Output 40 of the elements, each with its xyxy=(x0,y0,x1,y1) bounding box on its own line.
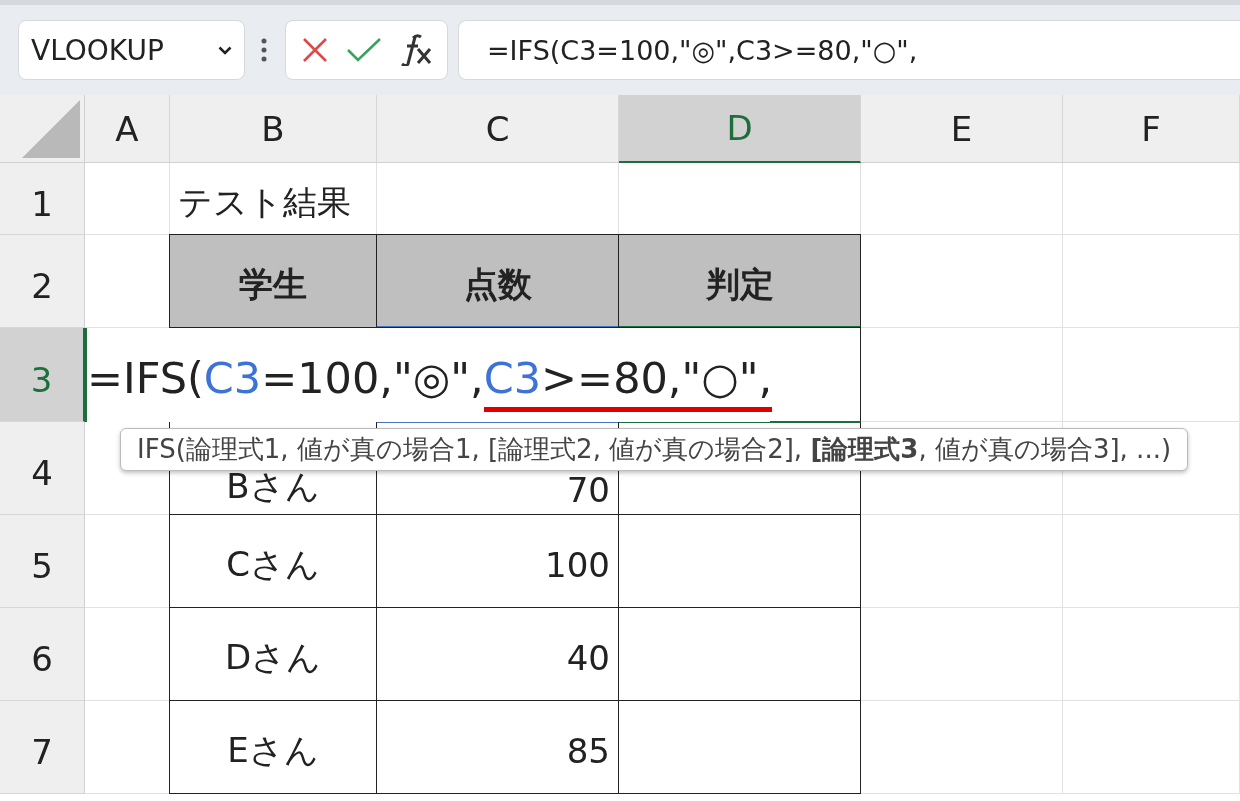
table-header-cell: 点数 xyxy=(376,234,619,328)
cell-editor[interactable]: =IFS(C3=100,"◎",C3>=80,"○", xyxy=(85,328,770,422)
chevron-down-icon xyxy=(218,45,232,55)
empty-cell[interactable] xyxy=(861,608,1063,701)
checkmark-icon[interactable] xyxy=(345,37,382,63)
empty-cell[interactable] xyxy=(861,515,1063,608)
column-header[interactable]: D xyxy=(619,95,861,163)
column-header[interactable]: F xyxy=(1063,95,1240,163)
row-header[interactable]: 1 xyxy=(0,163,85,235)
row-header[interactable]: 4 xyxy=(0,422,85,515)
more-options-icon[interactable] xyxy=(261,38,267,62)
row-header[interactable]: 6 xyxy=(0,608,85,701)
empty-cell[interactable] xyxy=(1063,515,1240,608)
sheet-title: テスト結果 xyxy=(178,180,351,224)
cancel-icon[interactable] xyxy=(300,36,329,64)
empty-cell[interactable] xyxy=(1063,328,1240,422)
empty-cell[interactable] xyxy=(861,163,1063,235)
formula-field[interactable]: =IFS(C3=100,"◎",C3>=80,"○", xyxy=(458,20,1240,80)
row-header[interactable]: 7 xyxy=(0,701,85,794)
triangle-icon xyxy=(22,100,80,158)
row-header[interactable]: 3 xyxy=(0,328,85,422)
table-header-cell: 判定 xyxy=(618,234,861,328)
empty-cell[interactable] xyxy=(1063,163,1240,235)
empty-cell[interactable] xyxy=(1063,701,1240,794)
empty-cell[interactable] xyxy=(861,701,1063,794)
column-header[interactable]: A xyxy=(85,95,170,163)
row-header[interactable]: 2 xyxy=(0,235,85,328)
column-header[interactable]: E xyxy=(861,95,1063,163)
column-header[interactable]: B xyxy=(170,95,377,163)
table-header-cell: 学生 xyxy=(169,234,377,328)
name-box[interactable]: VLOOKUP xyxy=(18,20,245,80)
empty-cell[interactable] xyxy=(1063,608,1240,701)
empty-cell[interactable] xyxy=(1063,235,1240,328)
row-header[interactable]: 5 xyxy=(0,515,85,608)
empty-cell[interactable] xyxy=(861,328,1063,422)
table-cell: Eさん xyxy=(169,700,377,794)
function-tooltip: IFS(論理式1, 値が真の場合1, [論理式2, 値が真の場合2], [論理式3, 値が真の場合3], ...) xyxy=(120,428,1189,471)
select-all-button[interactable] xyxy=(0,95,85,163)
table-cell[interactable] xyxy=(618,700,861,794)
column-header[interactable]: C xyxy=(377,95,619,163)
